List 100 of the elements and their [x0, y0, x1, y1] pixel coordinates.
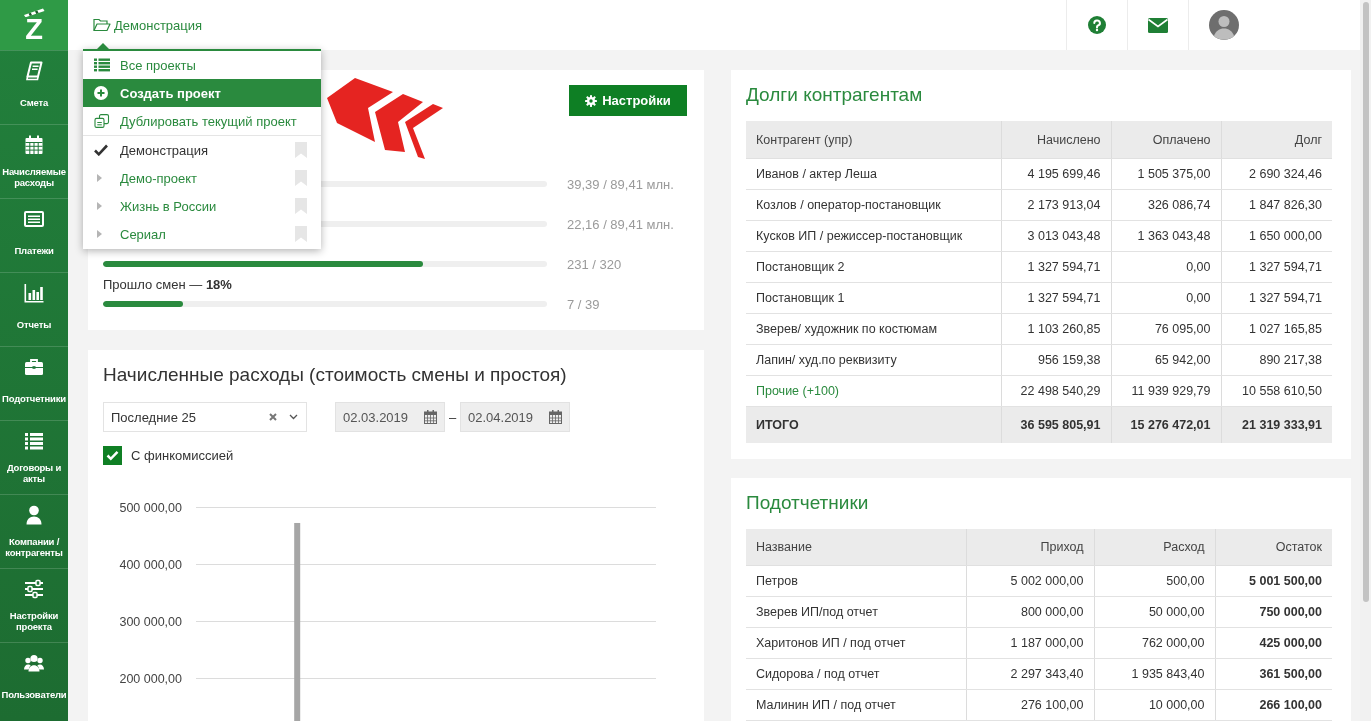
table-cell: 326 086,74 [1111, 189, 1221, 221]
project-item[interactable]: Жизнь в России [83, 192, 321, 220]
logo[interactable]: Z [0, 0, 68, 50]
calendar-icon[interactable] [549, 410, 562, 424]
plus-circle-icon [94, 86, 110, 100]
sidebar-item[interactable]: Смета [0, 50, 68, 124]
clapper-stick-icon [23, 8, 45, 17]
table-cell: Зверев/ художник по костюмам [746, 313, 1001, 345]
table-cell: 1 103 260,85 [1001, 313, 1111, 345]
column-header: Расход [1094, 529, 1215, 566]
table-cell: 1 187 000,00 [966, 627, 1094, 659]
help-icon [1088, 16, 1106, 34]
avatar-icon[interactable] [1209, 10, 1239, 40]
table-cell: 2 173 913,04 [1001, 189, 1111, 221]
table-cell: 956 159,38 [1001, 344, 1111, 376]
list-icon [94, 58, 110, 72]
sidebar-item[interactable]: Подотчетники [0, 346, 68, 420]
sidebar-item[interactable]: Отчеты [0, 272, 68, 346]
table-cell: 1 327 594,71 [1221, 251, 1332, 283]
book-icon [24, 61, 44, 81]
scrollbar-thumb[interactable] [1362, 2, 1369, 602]
y-tick-label: 400 000,00 [119, 557, 182, 572]
project-item[interactable]: Демонстрация [83, 136, 321, 164]
menu-item[interactable]: Дублировать текущий проект [83, 107, 321, 135]
table-icon [24, 209, 44, 229]
bookmark-icon[interactable] [295, 226, 307, 242]
card-title: Долги контрагентам [746, 83, 924, 107]
date-range-dash: – [447, 409, 458, 425]
sidebar-item[interactable]: Начисляемые расходы [0, 124, 68, 198]
column-header: Название [746, 529, 966, 566]
table-cell: 10 558 610,50 [1221, 375, 1332, 407]
card-title: Начисленные расходы (стоимость смены и простоя) [103, 363, 568, 387]
project-item[interactable]: Демо-проект [83, 164, 321, 192]
progress-reading: 22,16 / 89,41 млн. [567, 216, 674, 232]
clear-icon[interactable] [269, 413, 277, 421]
table-cell: Иванов / актер Леша [746, 158, 1001, 190]
progress-reading: 231 / 320 [567, 256, 622, 272]
column-header: Долг [1221, 121, 1332, 159]
total-cell: 21 319 333,91 [1221, 406, 1332, 443]
y-tick-label: 500 000,00 [119, 500, 182, 515]
calendar-icon[interactable] [424, 410, 437, 424]
table-cell: 1 327 594,71 [1001, 282, 1111, 314]
table-cell: 762 000,00 [1094, 627, 1215, 659]
table-cell: 76 095,00 [1111, 313, 1221, 345]
total-cell: ИТОГО [746, 406, 1001, 443]
menu-item[interactable]: Все проекты [83, 51, 321, 79]
y-tick-label: 300 000,00 [119, 614, 182, 629]
table-cell: 65 942,00 [1111, 344, 1221, 376]
sidebar-item[interactable]: Пользователи [0, 642, 68, 716]
table-cell: 4 195 699,46 [1001, 158, 1111, 190]
table-cell: 890 217,38 [1221, 344, 1332, 376]
table-cell: 1 027 165,85 [1221, 313, 1332, 345]
table-cell: 750 000,00 [1215, 596, 1332, 628]
date-field[interactable]: 02.03.2019 [335, 402, 445, 432]
expand-caret-icon[interactable] [97, 230, 102, 238]
others-link[interactable]: Прочие (+100) [756, 384, 839, 398]
column-header: Остаток [1215, 529, 1332, 566]
expand-caret-icon[interactable] [97, 202, 102, 210]
chevron-down-icon [289, 414, 298, 420]
menu-item[interactable]: Создать проект [83, 79, 321, 107]
checkbox-label: С финкомиссией [131, 448, 234, 463]
period-select[interactable]: Последние 25 [103, 402, 307, 432]
table-cell: Кусков ИП / режиссер-постановщик [746, 220, 1001, 252]
progress-label: Прошло смен — 18% [103, 277, 232, 292]
gear-icon [585, 94, 598, 107]
checkbox[interactable] [103, 446, 122, 465]
table-cell: 22 498 540,29 [1001, 375, 1111, 407]
sliders-icon [24, 579, 44, 599]
y-tick-label: 200 000,00 [119, 671, 182, 686]
expand-caret-icon[interactable] [97, 174, 102, 182]
table-cell: Козлов / оператор-постановщик [746, 189, 1001, 221]
users-icon [24, 653, 44, 673]
settings-button[interactable]: Настройки [569, 85, 687, 116]
table-cell: 2 690 324,46 [1221, 158, 1332, 190]
copy-icon [94, 114, 110, 128]
project-item[interactable]: Сериал [83, 220, 321, 248]
column-header: Контрагент (упр) [746, 121, 1001, 159]
sidebar-item[interactable]: Компании / контрагенты [0, 494, 68, 568]
table-cell: Зверев ИП/под отчет [746, 596, 966, 628]
date-field[interactable]: 02.04.2019 [460, 402, 570, 432]
sidebar-item[interactable]: Платежи [0, 198, 68, 272]
briefcase-icon [24, 357, 44, 377]
table-cell: 1 650 000,00 [1221, 220, 1332, 252]
table-cell: 0,00 [1111, 251, 1221, 283]
table-cell: 3 013 043,48 [1001, 220, 1111, 252]
card-title: Подотчетники [746, 491, 870, 515]
project-breadcrumb[interactable]: Демонстрация [93, 0, 203, 50]
bookmark-icon[interactable] [295, 142, 307, 158]
table-cell: 0,00 [1111, 282, 1221, 314]
table-cell: 266 100,00 [1215, 689, 1332, 721]
column-header: Приход [966, 529, 1094, 566]
bookmark-icon[interactable] [295, 170, 307, 186]
table-cell: 1 935 843,40 [1094, 658, 1215, 690]
bookmark-icon[interactable] [295, 198, 307, 214]
table-cell: Петров [746, 565, 966, 597]
table-cell: Сидорова / под отчет [746, 658, 966, 690]
total-cell: 36 595 805,91 [1001, 406, 1111, 443]
table-cell: Постановщик 1 [746, 282, 1001, 314]
sidebar-item[interactable]: Договоры и акты [0, 420, 68, 494]
sidebar-item[interactable]: Настройки проекта [0, 568, 68, 642]
